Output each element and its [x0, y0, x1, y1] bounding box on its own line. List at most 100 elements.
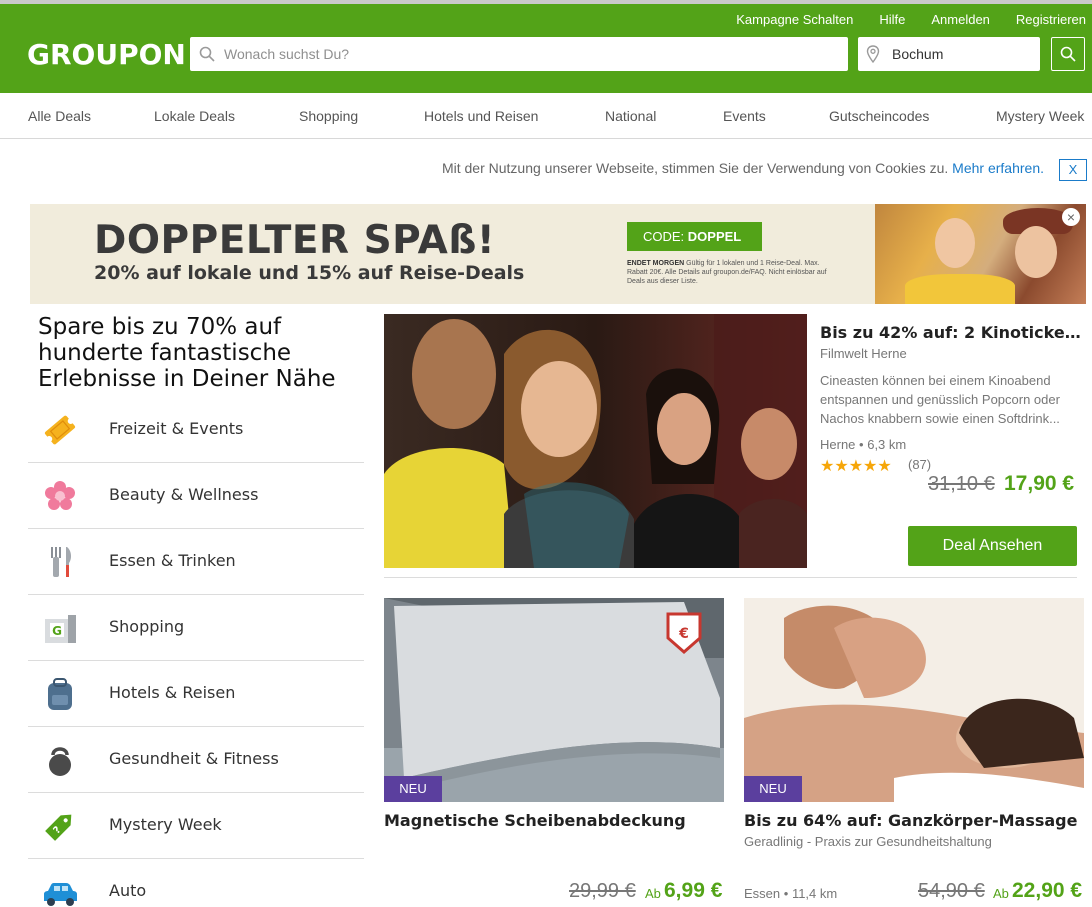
- category-beauty-wellness[interactable]: Beauty & Wellness: [28, 463, 364, 529]
- link-hilfe[interactable]: Hilfe: [879, 12, 905, 27]
- banner-subline: 20% auf lokale und 15% auf Reise-Deals: [94, 262, 525, 284]
- deal-card-title[interactable]: Bis zu 64% auf: Ganzkörper-Massage: [744, 811, 1077, 830]
- search-input[interactable]: [224, 37, 834, 71]
- search-icon: [1060, 46, 1076, 62]
- svg-text:€: €: [678, 626, 689, 642]
- location-box: [858, 37, 1040, 71]
- deal-card-ab: Ab: [645, 886, 661, 901]
- star-icon: ★: [863, 458, 878, 475]
- banner-code-badge: CODE: DOPPEL: [627, 222, 762, 251]
- review-count: (87): [908, 457, 932, 472]
- category-label: Shopping: [109, 617, 185, 636]
- category-shopping[interactable]: G Shopping: [28, 595, 364, 661]
- cinema-audience-image: [384, 314, 807, 568]
- location-distance: 11,4 km: [791, 886, 838, 901]
- rating-stars: ★★★★★: [820, 456, 892, 476]
- tag-icon: ?: [45, 814, 72, 841]
- cutlery-icon: [51, 547, 72, 577]
- category-label: Beauty & Wellness: [109, 485, 259, 504]
- svg-text:G: G: [52, 624, 62, 638]
- location-input[interactable]: [892, 37, 1032, 71]
- main-nav: Alle Deals Lokale Deals Shopping Hotels …: [0, 93, 1092, 139]
- deal-card-image[interactable]: NEU: [744, 598, 1084, 802]
- banner-code-value: DOPPEL: [687, 229, 742, 244]
- ticket-icon: [44, 415, 76, 445]
- cookie-close-button[interactable]: X: [1059, 159, 1087, 181]
- nav-gutscheincodes[interactable]: Gutscheincodes: [829, 108, 929, 124]
- category-gesundheit-fitness[interactable]: Gesundheit & Fitness: [28, 727, 364, 793]
- category-label: Essen & Trinken: [109, 551, 236, 570]
- star-icon: ★: [834, 458, 849, 475]
- category-label: Hotels & Reisen: [109, 683, 236, 702]
- category-auto[interactable]: Auto: [28, 859, 364, 907]
- nav-mystery-week[interactable]: Mystery Week: [996, 108, 1084, 124]
- cookie-more-link[interactable]: Mehr erfahren.: [952, 160, 1044, 176]
- category-essen-trinken[interactable]: Essen & Trinken: [28, 529, 364, 595]
- neu-badge: NEU: [384, 776, 442, 802]
- deal-card-location: Essen • 11,4 km: [744, 886, 838, 901]
- location-city: Essen: [744, 886, 781, 901]
- star-icon: ★: [820, 458, 835, 475]
- neu-badge: NEU: [744, 776, 802, 802]
- banner-code-label: CODE:: [643, 229, 685, 244]
- category-label: Mystery Week: [109, 815, 222, 834]
- deal-ansehen-button[interactable]: Deal Ansehen: [908, 526, 1077, 566]
- car-icon: [44, 883, 77, 906]
- banner-fineprint: ENDET MORGEN Gültig für 1 lokalen und 1 …: [627, 259, 842, 286]
- link-anmelden[interactable]: Anmelden: [931, 12, 990, 27]
- category-hotels-reisen[interactable]: Hotels & Reisen: [28, 661, 364, 727]
- massage-image: [744, 598, 1084, 802]
- site-header: GROUPON Kampagne Schalten Hilfe Anmelden…: [0, 4, 1092, 93]
- location-city: Herne: [820, 437, 856, 452]
- banner-headline: DOPPELTER SPAß!: [94, 218, 496, 263]
- nav-national[interactable]: National: [605, 108, 656, 124]
- location-distance: 6,3 km: [867, 437, 907, 452]
- search-icon: [199, 46, 215, 62]
- nav-events[interactable]: Events: [723, 108, 766, 124]
- featured-deal-image[interactable]: [384, 314, 807, 568]
- featured-old-price: 31,10 €: [928, 473, 995, 495]
- star-icon: ★: [877, 458, 892, 475]
- nav-hotels-und-reisen[interactable]: Hotels und Reisen: [424, 108, 538, 124]
- shopping-bag-icon: G: [45, 615, 76, 643]
- deal-card-ab: Ab: [993, 886, 1009, 901]
- groupon-logo[interactable]: GROUPON: [27, 38, 186, 71]
- nav-shopping[interactable]: Shopping: [299, 108, 358, 124]
- deal-card-new-price: 6,99 €: [664, 879, 723, 902]
- featured-deal-title[interactable]: Bis zu 42% auf: 2 Kinotickets ink...: [820, 323, 1082, 342]
- windshield-cover-image: €: [384, 598, 724, 802]
- category-label: Freizeit & Events: [109, 419, 244, 438]
- cookie-text: Mit der Nutzung unserer Webseite, stimme…: [441, 160, 949, 176]
- location-pin-icon: [866, 45, 880, 63]
- link-kampagne-schalten[interactable]: Kampagne Schalten: [736, 12, 853, 27]
- deal-card-image[interactable]: € NEU: [384, 598, 724, 802]
- banner-photo: [875, 204, 1086, 304]
- top-links: Kampagne Schalten Hilfe Anmelden Registr…: [710, 12, 1086, 27]
- featured-deal-merchant: Filmwelt Herne: [820, 346, 907, 361]
- link-registrieren[interactable]: Registrieren: [1016, 12, 1086, 27]
- divider: [384, 577, 1077, 578]
- category-label: Auto: [109, 881, 147, 900]
- deal-card-old-price: 29,99 €: [569, 880, 636, 902]
- category-label: Gesundheit & Fitness: [109, 749, 279, 768]
- deal-card-old-price: 54,90 €: [918, 880, 985, 902]
- category-mystery-week[interactable]: ? Mystery Week: [28, 793, 364, 859]
- star-icon: ★: [848, 458, 864, 475]
- nav-alle-deals[interactable]: Alle Deals: [28, 108, 91, 124]
- flower-icon: [45, 481, 75, 510]
- featured-new-price: 17,90 €: [1004, 472, 1075, 495]
- sidebar-title: Spare bis zu 70% auf hunderte fantastisc…: [38, 314, 336, 392]
- banner-close-button[interactable]: ×: [1062, 208, 1080, 226]
- banner-ends: ENDET MORGEN: [627, 260, 685, 267]
- deal-card-title[interactable]: Magnetische Scheibenabdeckung: [384, 811, 686, 830]
- search-button[interactable]: [1051, 37, 1085, 71]
- nav-lokale-deals[interactable]: Lokale Deals: [154, 108, 235, 124]
- deal-card-new-price: 22,90 €: [1012, 879, 1083, 902]
- featured-deal-location: Herne • 6,3 km: [820, 437, 907, 452]
- cookie-notice: Mit der Nutzung unserer Webseite, stimme…: [442, 160, 1044, 176]
- kettlebell-icon: [49, 747, 71, 776]
- deal-card-merchant: Geradlinig - Praxis zur Gesundheitshaltu…: [744, 834, 992, 849]
- category-freizeit-events[interactable]: Freizeit & Events: [28, 397, 364, 463]
- backpack-icon: [48, 678, 72, 710]
- promo-banner[interactable]: DOPPELTER SPAß! 20% auf lokale und 15% a…: [30, 204, 1086, 304]
